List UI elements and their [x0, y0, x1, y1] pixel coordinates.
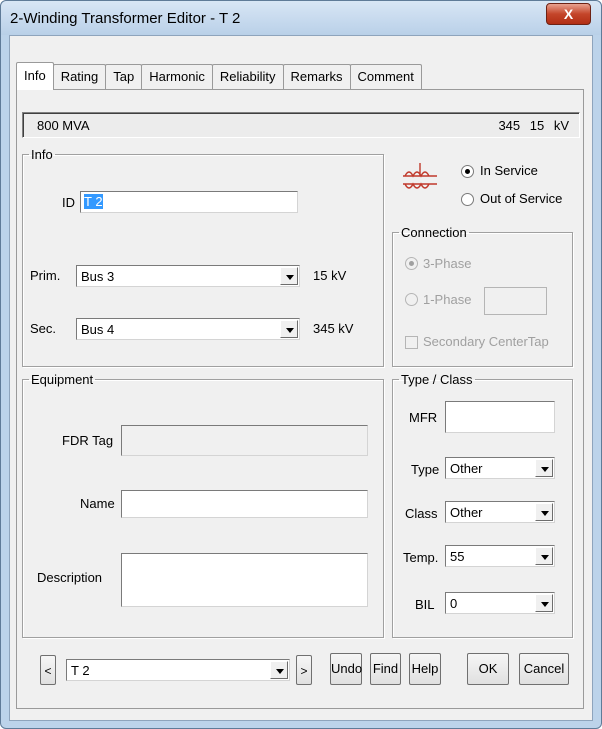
temp-select[interactable]: 55	[445, 545, 555, 567]
tab-harmonic[interactable]: Harmonic	[141, 64, 213, 90]
next-element-button[interactable]: >	[296, 655, 312, 685]
chevron-down-icon[interactable]	[535, 594, 553, 612]
tab-info[interactable]: Info	[16, 62, 54, 90]
close-button[interactable]: X	[546, 3, 591, 25]
description-field[interactable]	[121, 553, 368, 607]
undo-button[interactable]: Undo	[330, 653, 362, 685]
secondary-bus-select[interactable]: Bus 4	[76, 318, 300, 340]
tab-reliability[interactable]: Reliability	[211, 64, 284, 90]
tab-comment[interactable]: Comment	[349, 64, 422, 90]
name-label: Name	[80, 496, 115, 511]
secondary-bus-value: Bus 4	[81, 322, 115, 337]
equipment-legend: Equipment	[31, 372, 94, 387]
temp-value: 55	[450, 549, 465, 564]
chevron-down-icon[interactable]	[535, 503, 553, 521]
title-bar[interactable]: 2-Winding Transformer Editor - T 2 X	[1, 1, 601, 35]
type-value: Other	[450, 461, 483, 476]
tab-tap[interactable]: Tap	[105, 64, 143, 90]
in-service-radio[interactable]	[461, 165, 474, 178]
type-label: Type	[411, 462, 440, 477]
ok-button[interactable]: OK	[467, 653, 509, 685]
type-class-legend: Type / Class	[401, 372, 473, 387]
one-phase-field[interactable]	[484, 287, 547, 315]
mva-rating-text: 800 MVA	[37, 118, 90, 133]
one-phase-radio[interactable]	[405, 293, 418, 306]
three-phase-radio[interactable]	[405, 257, 418, 270]
chevron-down-icon[interactable]	[270, 661, 288, 679]
find-button[interactable]: Find	[370, 653, 401, 685]
out-of-service-radio[interactable]	[461, 193, 474, 206]
class-label: Class	[405, 506, 438, 521]
window-title: 2-Winding Transformer Editor - T 2	[10, 10, 241, 27]
secondary-center-tap-checkbox[interactable]	[405, 336, 418, 349]
class-select[interactable]: Other	[445, 501, 555, 523]
id-field[interactable]: T 2	[80, 191, 298, 213]
one-phase-label[interactable]: 1-Phase	[423, 292, 471, 307]
chevron-down-icon[interactable]	[280, 267, 298, 285]
rating-summary-strip: 800 MVA 345 15 kV	[22, 112, 580, 138]
three-phase-label[interactable]: 3-Phase	[423, 256, 471, 271]
primary-bus-label: Prim.	[30, 268, 61, 283]
primary-bus-select[interactable]: Bus 3	[76, 265, 300, 287]
in-service-label[interactable]: In Service	[480, 163, 538, 178]
mfr-label: MFR	[409, 410, 438, 425]
temp-label: Temp.	[403, 550, 439, 565]
info-group-legend: Info	[31, 147, 53, 162]
name-field[interactable]	[121, 490, 368, 518]
bil-value: 0	[450, 596, 458, 611]
id-label: ID	[62, 195, 75, 210]
out-of-service-label[interactable]: Out of Service	[480, 191, 562, 206]
secondary-kv-text: 345 kV	[313, 321, 354, 336]
tab-bar: Info Rating Tap Harmonic Reliability Rem…	[16, 62, 422, 90]
id-value: T 2	[84, 194, 103, 209]
primary-bus-value: Bus 3	[81, 269, 115, 284]
primary-kv-text: 15 kV	[313, 268, 347, 283]
secondary-bus-label: Sec.	[30, 321, 57, 336]
class-value: Other	[450, 505, 483, 520]
voltage-rating-text: 345 15 kV	[498, 118, 569, 133]
fdr-tag-label: FDR Tag	[62, 433, 114, 448]
element-select[interactable]: T 2	[66, 659, 290, 681]
fdr-tag-field[interactable]	[121, 425, 368, 456]
element-select-value: T 2	[71, 663, 90, 678]
tab-remarks[interactable]: Remarks	[282, 64, 351, 90]
tab-rating[interactable]: Rating	[52, 64, 107, 90]
chevron-down-icon[interactable]	[535, 459, 553, 477]
secondary-center-tap-label[interactable]: Secondary CenterTap	[423, 334, 549, 349]
bil-select[interactable]: 0	[445, 592, 555, 614]
chevron-down-icon[interactable]	[280, 320, 298, 338]
type-select[interactable]: Other	[445, 457, 555, 479]
transformer-icon	[403, 163, 437, 189]
cancel-button[interactable]: Cancel	[519, 653, 569, 685]
previous-element-button[interactable]: <	[40, 655, 56, 685]
bil-label: BIL	[415, 597, 435, 612]
mfr-field[interactable]	[445, 401, 555, 433]
connection-legend: Connection	[401, 225, 467, 240]
help-button[interactable]: Help	[409, 653, 441, 685]
description-label: Description	[37, 570, 103, 585]
chevron-down-icon[interactable]	[535, 547, 553, 565]
